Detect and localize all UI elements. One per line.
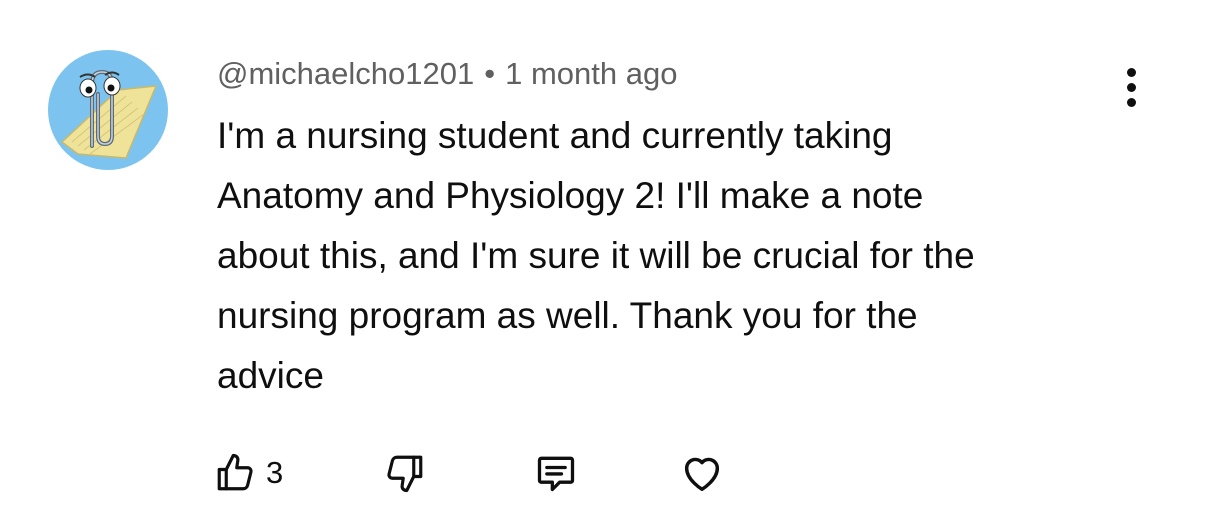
comment-icon <box>537 456 575 492</box>
comment: @michaelcho1201 • 1 month ago I'm a nursin… <box>0 0 1206 531</box>
thumbs-up-icon <box>217 453 253 491</box>
comment-text-line: advice <box>217 355 324 396</box>
thumbs-down-icon <box>387 455 423 493</box>
comment-text: I'm a nursing student and currently taki… <box>217 106 1147 406</box>
comment-text-line: Anatomy and Physiology 2! I'll make a no… <box>217 175 924 216</box>
comment-meta: @michaelcho1201 • 1 month ago <box>217 54 677 94</box>
heart-button[interactable] <box>679 448 725 498</box>
more-dot <box>1126 82 1136 92</box>
like-button[interactable]: 3 <box>214 448 283 498</box>
paperclip-assistant-icon <box>60 69 158 159</box>
comment-timestamp[interactable]: 1 month ago <box>505 56 677 91</box>
comment-actions: 3 <box>214 448 774 498</box>
comment-text-line: about this, and I'm sure it will be cruc… <box>217 235 975 276</box>
more-dot <box>1126 67 1136 77</box>
reply-button[interactable] <box>534 448 578 498</box>
dislike-button[interactable] <box>384 448 426 498</box>
comment-text-line: I'm a nursing student and currently taki… <box>217 115 893 156</box>
like-count: 3 <box>266 455 284 490</box>
avatar[interactable] <box>48 50 168 170</box>
more-vertical-icon[interactable] <box>1110 62 1152 112</box>
comment-text-line: nursing program as well. Thank you for t… <box>217 295 918 336</box>
meta-separator: • <box>484 56 496 91</box>
heart-icon <box>684 457 720 492</box>
author-handle[interactable]: @michaelcho1201 <box>217 56 474 91</box>
